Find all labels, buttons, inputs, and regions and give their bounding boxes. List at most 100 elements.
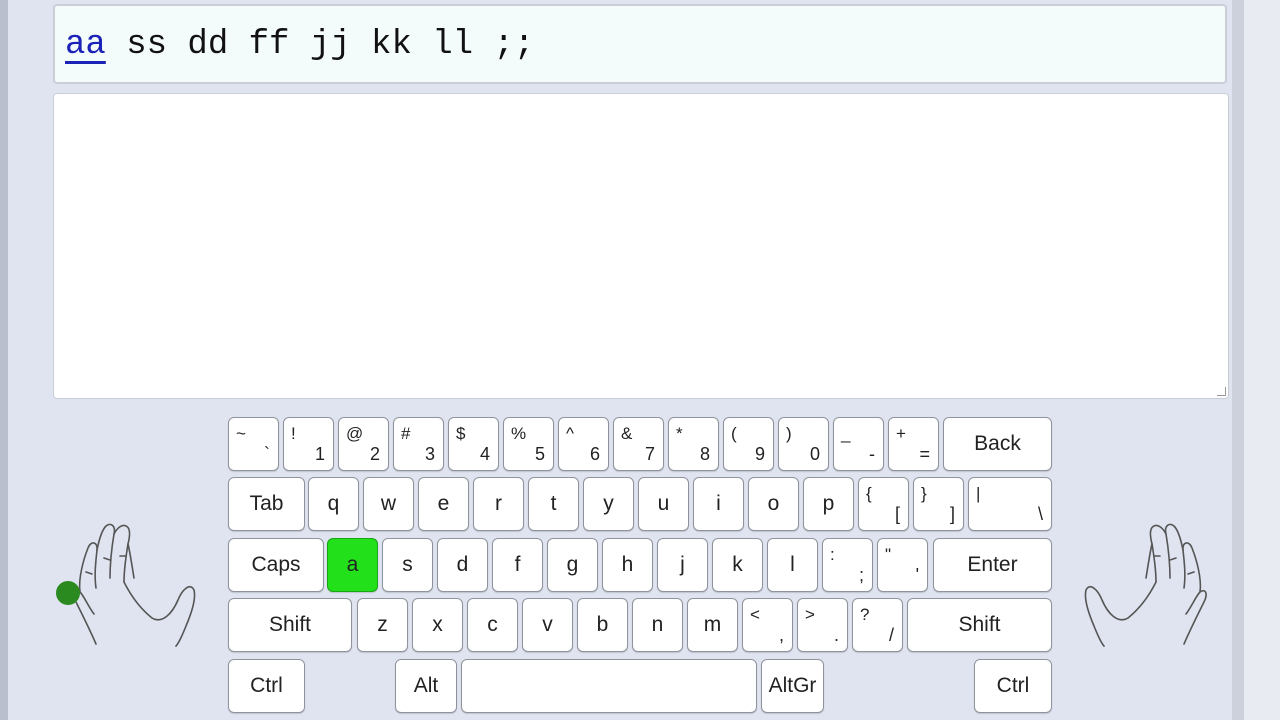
key-caps[interactable]: Caps: [228, 538, 324, 592]
key-o[interactable]: o: [748, 477, 799, 531]
key-'[interactable]: " ': [877, 538, 928, 592]
key-shift-label: <: [750, 605, 760, 624]
key-,[interactable]: <,: [742, 598, 793, 652]
key-alt[interactable]: Alt: [395, 659, 457, 713]
left-hand-icon: [73, 523, 196, 647]
key-base-label: ;: [858, 565, 864, 585]
key-c[interactable]: c: [467, 598, 518, 652]
key-f[interactable]: f: [492, 538, 543, 592]
key-label: z: [377, 613, 388, 636]
key-5[interactable]: % 5: [503, 417, 554, 471]
key-base-label: /: [888, 625, 894, 645]
key-0[interactable]: ) 0: [778, 417, 829, 471]
key-shift-label: &: [621, 424, 633, 443]
key-label: AltGr: [768, 674, 817, 697]
key-d[interactable]: d: [437, 538, 488, 592]
key-z[interactable]: z: [357, 598, 408, 652]
key-k[interactable]: k: [712, 538, 763, 592]
key-=[interactable]: + =: [888, 417, 939, 471]
key-shift[interactable]: Shift: [228, 598, 352, 652]
key-tab[interactable]: Tab: [228, 477, 305, 531]
remaining-text: ss dd ff jj kk ll ;;: [105, 26, 535, 64]
key-enter[interactable]: Enter: [933, 538, 1052, 592]
key-ctrl[interactable]: Ctrl: [228, 659, 305, 713]
key-ctrl[interactable]: Ctrl: [974, 659, 1052, 713]
key-shift-label: $: [456, 424, 466, 443]
key-shift-label: @: [346, 424, 364, 443]
key-u[interactable]: u: [638, 477, 689, 531]
key-label: f: [514, 553, 521, 576]
key-.[interactable]: >.: [797, 598, 848, 652]
key-j[interactable]: j: [657, 538, 708, 592]
key-;[interactable]: :;: [822, 538, 873, 592]
key-][interactable]: }]: [913, 477, 964, 531]
key-space[interactable]: [461, 659, 757, 713]
key-x[interactable]: x: [412, 598, 463, 652]
key-\[interactable]: | \: [968, 477, 1052, 531]
key-n[interactable]: n: [632, 598, 683, 652]
key-label: u: [657, 492, 670, 515]
right-hand-icon: [1084, 523, 1207, 647]
key-base-label: 6: [589, 444, 600, 464]
key-shift-label: ): [786, 424, 792, 443]
key-m[interactable]: m: [687, 598, 738, 652]
key-shift-label: >: [805, 605, 815, 624]
key-[[interactable]: {[: [858, 477, 909, 531]
key-label: x: [432, 613, 443, 636]
key-base-label: 0: [809, 444, 820, 464]
key-label: q: [327, 492, 340, 515]
virtual-keyboard: ~ `! 1 @2 #3 $4% 5 ^ 6 & 7 * 8(9) 0 _ - + = Back Tab q w e r t y u…: [228, 417, 1052, 717]
key-base-label: `: [264, 444, 270, 464]
key-label: i: [716, 492, 721, 515]
key-shift-label: !: [291, 424, 296, 443]
key-altgr[interactable]: AltGr: [761, 659, 824, 713]
key-w[interactable]: w: [363, 477, 414, 531]
key-e[interactable]: e: [418, 477, 469, 531]
key-7[interactable]: & 7: [613, 417, 664, 471]
page-right-edge: [1244, 0, 1280, 720]
key-8[interactable]: * 8: [668, 417, 719, 471]
key--[interactable]: _ -: [833, 417, 884, 471]
key-label: p: [822, 492, 835, 515]
key-9[interactable]: (9: [723, 417, 774, 471]
key-h[interactable]: h: [602, 538, 653, 592]
key-v[interactable]: v: [522, 598, 573, 652]
key-label: k: [732, 553, 743, 576]
key-y[interactable]: y: [583, 477, 634, 531]
key-shift-label: _: [841, 424, 851, 443]
key-shift-label: (: [731, 424, 737, 443]
key-1[interactable]: ! 1: [283, 417, 334, 471]
key-shift-label: ?: [860, 605, 870, 624]
key-label: t: [550, 492, 557, 515]
key-b[interactable]: b: [577, 598, 628, 652]
key-q[interactable]: q: [308, 477, 359, 531]
key-6[interactable]: ^ 6: [558, 417, 609, 471]
key-/[interactable]: ? /: [852, 598, 903, 652]
key-p[interactable]: p: [803, 477, 854, 531]
key-r[interactable]: r: [473, 477, 524, 531]
key-`[interactable]: ~ `: [228, 417, 279, 471]
key-g[interactable]: g: [547, 538, 598, 592]
key-label: Ctrl: [250, 674, 283, 697]
key-a[interactable]: a: [327, 538, 378, 592]
key-i[interactable]: i: [693, 477, 744, 531]
key-label: Alt: [413, 674, 439, 697]
key-base-label: 9: [754, 444, 765, 464]
key-2[interactable]: @2: [338, 417, 389, 471]
key-3[interactable]: #3: [393, 417, 444, 471]
resize-grip-icon[interactable]: [1217, 387, 1226, 396]
key-t[interactable]: t: [528, 477, 579, 531]
key-back[interactable]: Back: [943, 417, 1052, 471]
key-label: Enter: [967, 553, 1018, 576]
key-base-label: 7: [644, 444, 655, 464]
key-4[interactable]: $4: [448, 417, 499, 471]
key-base-label: ,: [778, 625, 784, 645]
key-shift-label: +: [896, 424, 906, 443]
key-shift[interactable]: Shift: [907, 598, 1052, 652]
key-label: Shift: [958, 613, 1001, 636]
typing-input-area[interactable]: [53, 93, 1229, 399]
key-label: j: [680, 553, 685, 576]
key-l[interactable]: l: [767, 538, 818, 592]
key-base-label: .: [833, 625, 839, 645]
key-s[interactable]: s: [382, 538, 433, 592]
